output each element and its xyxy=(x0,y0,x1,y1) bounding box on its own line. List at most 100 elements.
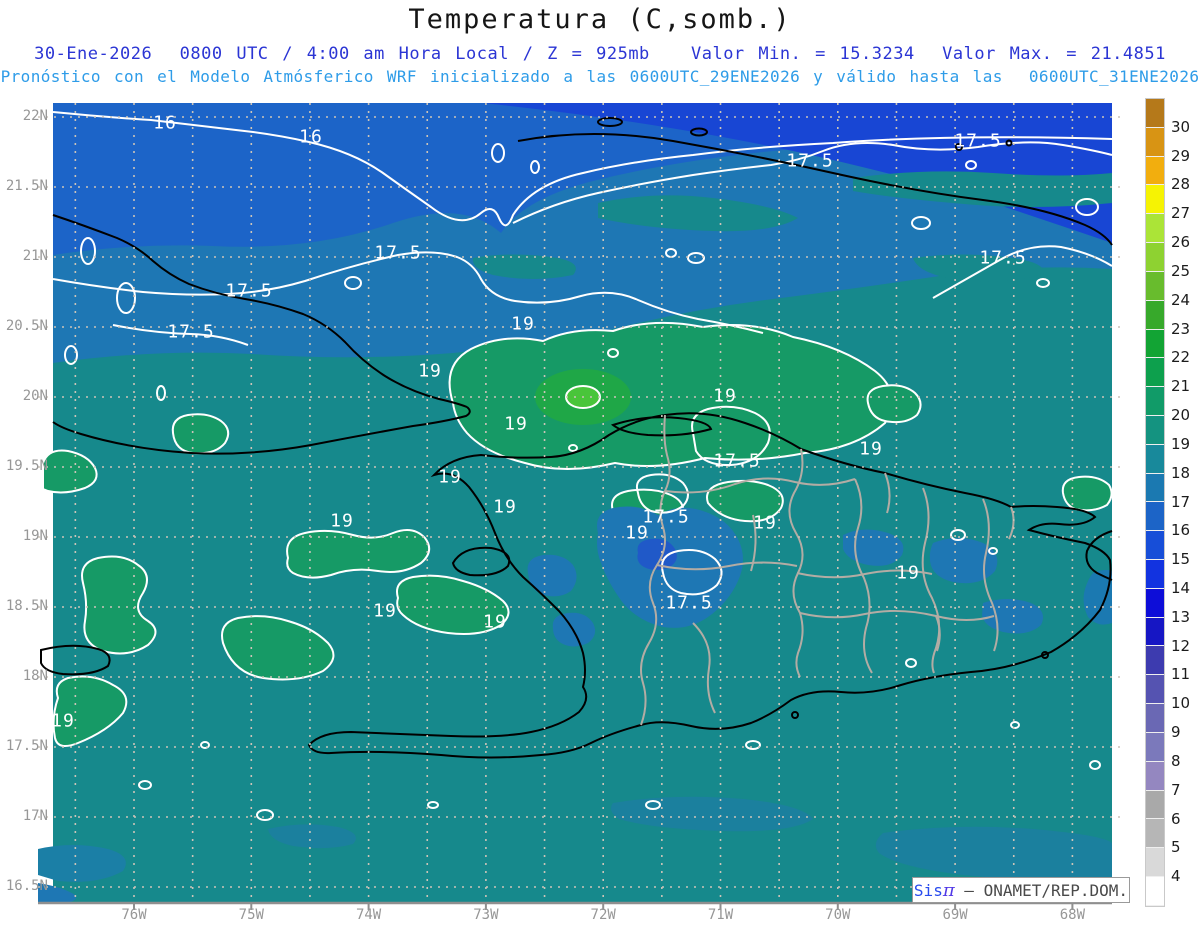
lat-tick-label: 18N xyxy=(22,668,48,684)
contour-value-label: 17.5 xyxy=(167,321,215,343)
colorbar-tick-label: 16 xyxy=(1171,521,1191,540)
lon-tick-label: 69W xyxy=(942,907,968,923)
colorbar-tick-label: 11 xyxy=(1171,665,1191,684)
lon-tick-label: 68W xyxy=(1059,907,1086,923)
contour-value-label: 19 xyxy=(713,385,737,407)
colorbar-segment xyxy=(1146,473,1164,503)
lat-tick-label: 17.5N xyxy=(5,738,48,754)
colorbar-segment xyxy=(1146,704,1164,733)
forecast-map: 16 16 17.5 17.5 17.5 17.5 17.5 17.5 17.5 17.5 17.5… xyxy=(38,103,1121,910)
colorbar-segment xyxy=(1146,617,1164,647)
colorbar-tick-label: 30 xyxy=(1171,117,1191,136)
colorbar-tick-label: 15 xyxy=(1171,550,1191,569)
colorbar-tick-label: 22 xyxy=(1171,348,1191,367)
contour-value-label: 17.5 xyxy=(225,280,273,302)
model-init-line: Pronóstico con el Modelo Atmósferico WRF… xyxy=(0,67,1200,86)
contour-value-label: 19 xyxy=(859,438,883,460)
colorbar-tick-label: 25 xyxy=(1171,261,1191,280)
colorbar-segment xyxy=(1146,358,1164,388)
contour-value-label: 19 xyxy=(330,510,354,532)
contour-value-label: 16 xyxy=(299,126,323,148)
colorbar-tick-label: 23 xyxy=(1171,319,1191,338)
lat-tick-label: 20.5N xyxy=(5,318,48,334)
colorbar-segment xyxy=(1146,588,1164,618)
contour-value-label: 19 xyxy=(511,313,535,335)
colorbar-tick-label: 6 xyxy=(1171,809,1181,828)
weather-forecast-page: Temperatura (C,somb.) 30-Ene-2026 0800 U… xyxy=(0,0,1200,927)
colorbar-segment xyxy=(1146,761,1164,791)
colorbar-tick-label: 29 xyxy=(1171,146,1191,165)
lat-tick-label: 19.5N xyxy=(5,458,48,474)
lon-tick-label: 70W xyxy=(825,907,851,923)
colorbar-segment xyxy=(1146,646,1164,676)
colorbar-segment xyxy=(1146,99,1164,128)
temperature-shaded-map xyxy=(38,103,1121,910)
colorbar-segment xyxy=(1146,271,1164,301)
colorbar-tick-label: 4 xyxy=(1171,867,1181,886)
contour-value-label: 17.5 xyxy=(954,130,1002,152)
colorbar-tick-label: 18 xyxy=(1171,463,1191,482)
colorbar-segment xyxy=(1146,444,1164,474)
colorbar-segment xyxy=(1146,732,1164,762)
colorbar-segment xyxy=(1146,300,1164,330)
contour-value-label: 19 xyxy=(438,466,462,488)
contour-value-label: 17.5 xyxy=(374,242,422,264)
lon-tick-label: 75W xyxy=(238,907,264,923)
colorbar-tick-label: 27 xyxy=(1171,204,1191,223)
colorbar-tick-label: 8 xyxy=(1171,751,1181,770)
lat-tick-label: 19N xyxy=(22,528,48,544)
contour-value-label: 16 xyxy=(153,112,177,134)
temperature-colorbar xyxy=(1145,98,1165,907)
colorbar-tick-label: 24 xyxy=(1171,290,1191,309)
colorbar-segment xyxy=(1146,127,1164,157)
lon-tick-label: 72W xyxy=(590,907,616,923)
colorbar-tick-label: 10 xyxy=(1171,694,1191,713)
colorbar-tick-label: 7 xyxy=(1171,780,1181,799)
colorbar-tick-label: 26 xyxy=(1171,233,1191,252)
colorbar-tick-label: 20 xyxy=(1171,406,1191,425)
colorbar-segment xyxy=(1146,156,1164,186)
colorbar-tick-label: 12 xyxy=(1171,636,1191,655)
colorbar-tick-label: 9 xyxy=(1171,723,1181,742)
colorbar-segment xyxy=(1146,502,1164,532)
pi-symbol: π xyxy=(942,879,955,901)
colorbar-segment xyxy=(1146,415,1164,445)
contour-value-label: 19 xyxy=(753,512,777,534)
lat-tick-label: 21N xyxy=(22,248,48,264)
colorbar-tick-label: 17 xyxy=(1171,492,1191,511)
page-title: Temperatura (C,somb.) xyxy=(408,4,792,35)
colorbar-tick-label: 14 xyxy=(1171,578,1191,597)
lon-tick-label: 76W xyxy=(121,907,147,923)
colorbar-tick-label: 28 xyxy=(1171,175,1191,194)
lon-tick-label: 71W xyxy=(707,907,734,923)
lat-tick-label: 20N xyxy=(22,388,48,404)
contour-value-label: 19 xyxy=(504,413,528,435)
contour-value-label: 19 xyxy=(418,360,442,382)
contour-value-label: 17.5 xyxy=(786,150,834,172)
colorbar-segment xyxy=(1146,243,1164,272)
colorbar-tick-label: 5 xyxy=(1171,838,1181,857)
lat-tick-label: 21.5N xyxy=(5,178,48,194)
lat-tick-label: 16.5N xyxy=(5,878,48,894)
contour-value-label: 17.5 xyxy=(642,506,690,528)
sispi-logo-text: Sis xyxy=(913,880,943,900)
contour-value-label: 17.5 xyxy=(979,247,1027,269)
sispi-onamet-badge: Sis π – ONAMET/REP.DOM. xyxy=(912,877,1130,903)
colorbar-segment xyxy=(1146,185,1164,215)
lon-tick-label: 73W xyxy=(473,907,499,923)
colorbar-segment xyxy=(1146,790,1164,820)
colorbar-segment xyxy=(1146,329,1164,359)
colorbar-tick-label: 21 xyxy=(1171,377,1191,396)
contour-value-label: 19 xyxy=(493,496,517,518)
lat-tick-label: 17N xyxy=(22,808,48,824)
contour-value-label: 17.5 xyxy=(713,450,761,472)
colorbar-tick-label: 13 xyxy=(1171,607,1191,626)
lat-tick-label: 18.5N xyxy=(5,598,48,614)
valid-time-line: 30-Ene-2026 0800 UTC / 4:00 am Hora Loca… xyxy=(34,44,1166,64)
contour-value-label: 19 xyxy=(51,710,75,732)
colorbar-segment xyxy=(1146,675,1164,705)
contour-value-label: 19 xyxy=(373,600,397,622)
contour-value-label: 19 xyxy=(625,522,649,544)
colorbar-segment xyxy=(1146,876,1164,906)
colorbar-segment xyxy=(1146,214,1164,244)
